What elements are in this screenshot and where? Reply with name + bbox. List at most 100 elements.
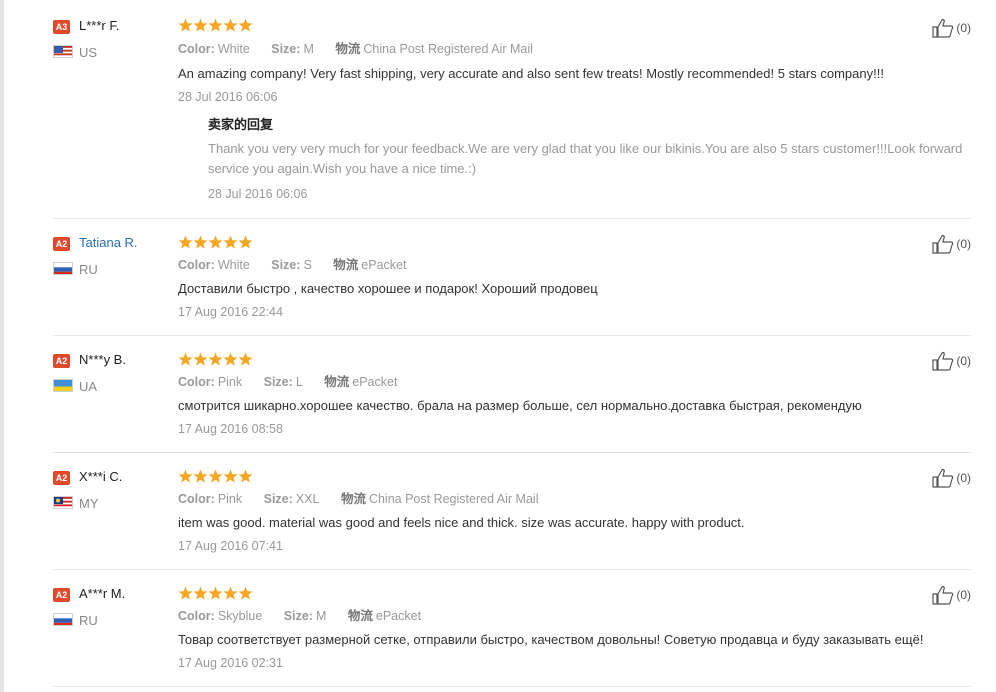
seller-reply-date: 28 Jul 2016 06:06 [208, 187, 308, 201]
color-label: Color: [178, 609, 215, 623]
thumbs-up-icon [932, 586, 954, 605]
ru-flag-icon [53, 613, 73, 626]
buyer-name: X***i C. [79, 469, 123, 484]
order-attributes: Color: Pink Size: L 物流 ePacket [178, 374, 397, 390]
buyer-level-badge: A2 [53, 354, 70, 368]
five-stars-icon [178, 586, 253, 600]
buyer-level-badge: A2 [53, 588, 70, 602]
review-date: 17 Aug 2016 07:41 [178, 539, 283, 553]
five-stars-icon [178, 352, 253, 366]
star-rating [178, 586, 253, 601]
helpful-count: (0) [956, 237, 971, 251]
five-stars-icon [178, 18, 253, 32]
color-label: Color: [178, 42, 215, 56]
size-value: L [295, 375, 303, 389]
buyer-name: N***y B. [79, 352, 126, 367]
buyer-country: RU [79, 262, 98, 277]
order-attributes: Color: Skyblue Size: M 物流 ePacket [178, 608, 421, 624]
size-label: Size: [283, 609, 313, 623]
color-value: White [217, 258, 250, 272]
helpful-count: (0) [956, 588, 971, 602]
shipping-label: 物流 [324, 375, 350, 389]
shipping-method: ePacket [352, 375, 398, 389]
ru-flag-icon [53, 262, 73, 275]
star-rating [178, 18, 253, 33]
color-label: Color: [178, 258, 215, 272]
star-rating [178, 469, 253, 484]
buyer-name: L***r F. [79, 18, 120, 33]
helpful-count: (0) [956, 354, 971, 368]
thumbs-up-icon [932, 235, 954, 254]
review-date: 28 Jul 2016 06:06 [178, 90, 278, 104]
buyer-level-badge: A3 [53, 20, 70, 34]
buyer-country: RU [79, 613, 98, 628]
order-attributes: Color: Pink Size: XXL 物流 China Post Registe… [178, 491, 538, 507]
shipping-label: 物流 [335, 42, 361, 56]
shipping-method: ePacket [375, 609, 422, 623]
review-text: item was good. material was good and fee… [178, 515, 745, 530]
helpful-count: (0) [956, 21, 971, 35]
review-item: A2 N***y B. UA Color: Pink Size: L 物流 ePack… [53, 336, 971, 453]
seller-reply-title: 卖家的回复 [208, 117, 274, 132]
color-label: Color: [178, 375, 215, 389]
review-item: A2 Tatiana R. RU Color: White Size: S 物流 eP… [53, 219, 971, 336]
helpful-button[interactable]: (0) [932, 468, 971, 488]
helpful-button[interactable]: (0) [932, 585, 971, 605]
order-attributes: Color: White Size: S 物流 ePacket [178, 257, 406, 273]
size-label: Size: [271, 42, 301, 56]
us-flag-icon [53, 45, 73, 58]
size-value: XXL [295, 492, 320, 506]
review-text: Товар соответствует размерной сетке, отп… [178, 632, 924, 647]
star-rating [178, 235, 253, 250]
size-label: Size: [263, 375, 293, 389]
review-text: An amazing company! Very fast shipping, … [178, 66, 884, 81]
review-date: 17 Aug 2016 08:58 [178, 422, 283, 436]
buyer-name[interactable]: Tatiana R. [79, 235, 138, 251]
thumbs-up-icon [932, 352, 954, 371]
five-stars-icon [178, 235, 253, 249]
buyer-level-badge: A2 [53, 471, 70, 485]
helpful-count: (0) [956, 471, 971, 485]
review-text: Доставили быстро , качество хорошее и по… [178, 281, 598, 296]
review-item: A2 A***r M. RU Color: Skyblue Size: M 物流 eP… [53, 570, 971, 687]
shipping-method: China Post Registered Air Mail [368, 492, 539, 506]
review-item: A2 X***i C. MY Color: Pink Size: XXL 物流 Chi… [53, 453, 971, 570]
seller-reply-text: Thank you very very much for your feedba… [208, 141, 963, 176]
buyer-country: MY [79, 496, 99, 511]
thumbs-up-icon [932, 469, 954, 488]
size-label: Size: [271, 258, 301, 272]
color-value: Pink [217, 492, 243, 506]
size-label: Size: [263, 492, 293, 506]
size-value: M [315, 609, 327, 623]
color-value: Pink [217, 375, 243, 389]
my-flag-icon [53, 496, 73, 509]
feedback-list: A3 L***r F. US Color: White Size: M 物流 Chin… [53, 0, 971, 687]
star-rating [178, 352, 253, 367]
shipping-label: 物流 [347, 609, 373, 623]
thumbs-up-icon [932, 19, 954, 38]
five-stars-icon [178, 469, 253, 483]
size-value: S [303, 258, 312, 272]
order-attributes: Color: White Size: M 物流 China Post Register… [178, 41, 533, 57]
review-date: 17 Aug 2016 22:44 [178, 305, 283, 319]
review-item: A3 L***r F. US Color: White Size: M 物流 Chin… [53, 0, 971, 219]
ua-flag-icon [53, 379, 73, 392]
review-text: смотрится шикарно.хорошее качество. брал… [178, 398, 862, 413]
shipping-method: ePacket [361, 258, 407, 272]
buyer-country: US [79, 45, 98, 60]
helpful-button[interactable]: (0) [932, 351, 971, 371]
review-date: 17 Aug 2016 02:31 [178, 656, 283, 670]
buyer-level-badge: A2 [53, 237, 70, 251]
left-edge-strip [0, 0, 4, 692]
helpful-button[interactable]: (0) [932, 18, 971, 38]
buyer-name: A***r M. [79, 586, 126, 601]
shipping-method: China Post Registered Air Mail [363, 42, 533, 56]
shipping-label: 物流 [340, 492, 366, 506]
helpful-button[interactable]: (0) [932, 234, 971, 254]
size-value: M [303, 42, 314, 56]
color-value: Skyblue [217, 609, 263, 623]
buyer-country: UA [79, 379, 98, 394]
shipping-label: 物流 [333, 258, 359, 272]
color-value: White [217, 42, 250, 56]
color-label: Color: [178, 492, 215, 506]
